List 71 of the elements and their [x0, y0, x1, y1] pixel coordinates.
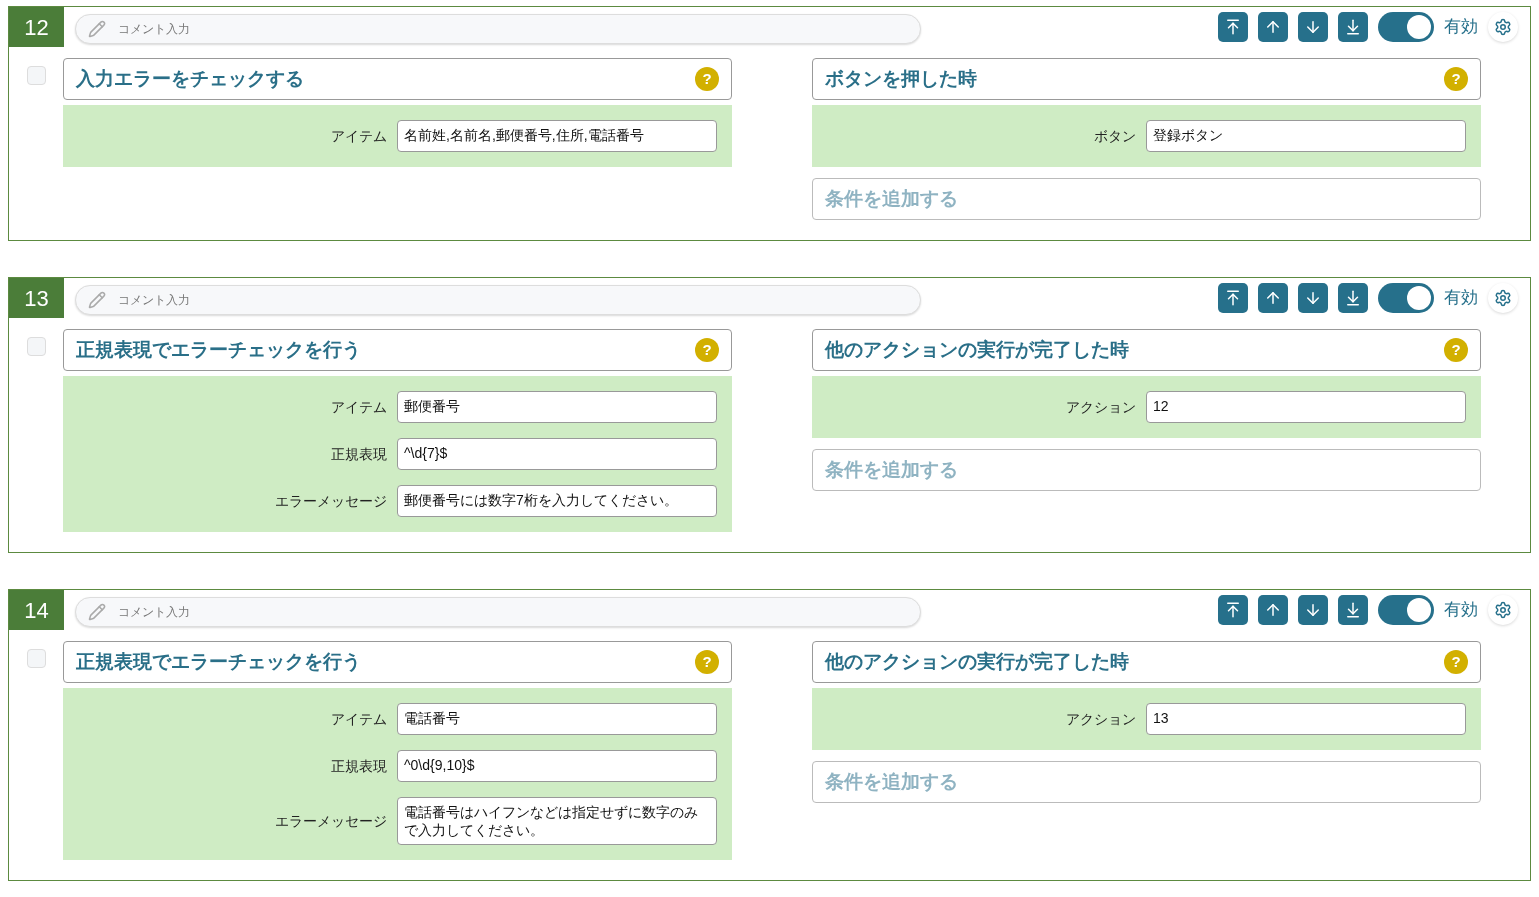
enable-toggle[interactable] — [1378, 283, 1434, 313]
row-checkbox[interactable] — [26, 66, 46, 85]
input-field[interactable]: 登録ボタン — [1146, 120, 1466, 152]
field-label: 正規表現 — [331, 444, 387, 464]
arrow-to-bottom-icon — [1344, 601, 1362, 619]
toggle-label: 有効 — [1444, 16, 1478, 39]
rule-number: 13 — [9, 278, 64, 318]
input-field[interactable]: 12 — [1146, 391, 1466, 423]
move-bottom-button[interactable] — [1338, 12, 1368, 42]
move-top-button[interactable] — [1218, 595, 1248, 625]
field-label: アクション — [1066, 397, 1136, 417]
move-down-button[interactable] — [1298, 12, 1328, 42]
move-down-button[interactable] — [1298, 283, 1328, 313]
move-top-button[interactable] — [1218, 12, 1248, 42]
arrow-to-top-icon — [1224, 601, 1242, 619]
comment-field[interactable]: コメント入力 — [75, 285, 921, 315]
panel-title: 正規表現でエラーチェックを行う — [76, 649, 361, 674]
arrow-to-top-icon — [1224, 18, 1242, 36]
field-label: アイテム — [331, 397, 387, 417]
field-label: エラーメッセージ — [275, 491, 387, 511]
panel-title: ボタンを押した時 — [825, 66, 977, 91]
enable-toggle[interactable] — [1378, 12, 1434, 42]
field-label: エラーメッセージ — [275, 811, 387, 831]
toggle-label: 有効 — [1444, 599, 1478, 622]
field-label: 正規表現 — [331, 756, 387, 776]
panel-title: 入力エラーをチェックする — [76, 66, 304, 91]
input-field[interactable]: 電話番号 — [397, 703, 717, 735]
settings-icon — [1494, 289, 1512, 307]
panel-title: 他のアクションの実行が完了した時 — [825, 649, 1129, 674]
comment-field[interactable]: コメント入力 — [75, 597, 921, 627]
move-up-button[interactable] — [1258, 595, 1288, 625]
pencil-icon — [88, 291, 106, 309]
move-bottom-button[interactable] — [1338, 283, 1368, 313]
input-field[interactable]: 郵便番号 — [397, 391, 717, 423]
settings-button[interactable] — [1488, 12, 1518, 42]
input-field[interactable]: 13 — [1146, 703, 1466, 735]
field-label: アイテム — [331, 709, 387, 729]
settings-button[interactable] — [1488, 595, 1518, 625]
panel-title: 他のアクションの実行が完了した時 — [825, 337, 1129, 362]
settings-icon — [1494, 18, 1512, 36]
input-field[interactable]: ^0\d{9,10}$ — [397, 750, 717, 782]
settings-icon — [1494, 601, 1512, 619]
input-field[interactable]: ^\d{7}$ — [397, 438, 717, 470]
rule-number: 12 — [9, 7, 64, 47]
arrow-to-bottom-icon — [1344, 18, 1362, 36]
rule-number: 14 — [9, 590, 64, 630]
enable-toggle[interactable] — [1378, 595, 1434, 625]
arrow-to-bottom-icon — [1344, 289, 1362, 307]
move-bottom-button[interactable] — [1338, 595, 1368, 625]
input-field[interactable]: 電話番号はハイフンなどは指定せずに数字のみで入力してください。 — [397, 797, 717, 845]
input-field[interactable]: 郵便番号には数字7桁を入力してください。 — [397, 485, 717, 517]
move-up-button[interactable] — [1258, 12, 1288, 42]
pencil-icon — [88, 20, 106, 38]
arrow-down-icon — [1304, 601, 1322, 619]
comment-field[interactable]: コメント入力 — [75, 14, 921, 44]
toggle-label: 有効 — [1444, 287, 1478, 310]
row-checkbox[interactable] — [26, 649, 46, 668]
arrow-down-icon — [1304, 18, 1322, 36]
move-top-button[interactable] — [1218, 283, 1248, 313]
row-checkbox[interactable] — [26, 337, 46, 356]
move-up-button[interactable] — [1258, 283, 1288, 313]
field-label: ボタン — [1094, 126, 1136, 146]
arrow-down-icon — [1304, 289, 1322, 307]
move-down-button[interactable] — [1298, 595, 1328, 625]
pencil-icon — [88, 603, 106, 621]
field-label: アクション — [1066, 709, 1136, 729]
field-label: アイテム — [331, 126, 387, 146]
panel-title: 正規表現でエラーチェックを行う — [76, 337, 361, 362]
settings-button[interactable] — [1488, 283, 1518, 313]
input-field[interactable]: 名前姓,名前名,郵便番号,住所,電話番号 — [397, 120, 717, 152]
arrow-to-top-icon — [1224, 289, 1242, 307]
